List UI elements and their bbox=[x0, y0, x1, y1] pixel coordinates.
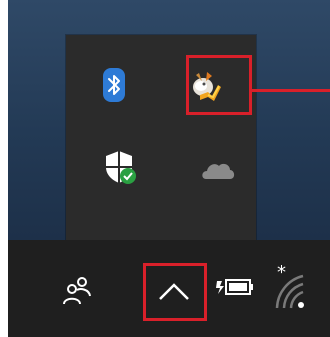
taskbar: * bbox=[8, 240, 330, 337]
app-icon-highlight-box bbox=[186, 55, 252, 115]
notification-area-overflow-panel bbox=[66, 35, 256, 240]
people-icon bbox=[63, 277, 91, 305]
people-button[interactable] bbox=[60, 273, 94, 307]
screenshot-stage: * bbox=[0, 0, 330, 337]
battery-charging-icon bbox=[216, 279, 253, 295]
network-status-button[interactable]: * bbox=[270, 262, 312, 310]
onedrive-tray-icon[interactable] bbox=[190, 141, 246, 197]
callout-pointer-line bbox=[251, 89, 330, 92]
windows-security-icon bbox=[106, 151, 136, 184]
onedrive-cloud-icon bbox=[202, 163, 235, 179]
bluetooth-icon bbox=[103, 68, 125, 102]
chevron-highlight-box bbox=[143, 263, 207, 321]
wifi-no-internet-icon: * bbox=[275, 262, 304, 309]
bluetooth-tray-icon[interactable] bbox=[86, 57, 142, 113]
battery-status-button[interactable] bbox=[213, 275, 255, 299]
windows-security-tray-icon[interactable] bbox=[91, 139, 147, 195]
svg-text:*: * bbox=[277, 262, 286, 283]
